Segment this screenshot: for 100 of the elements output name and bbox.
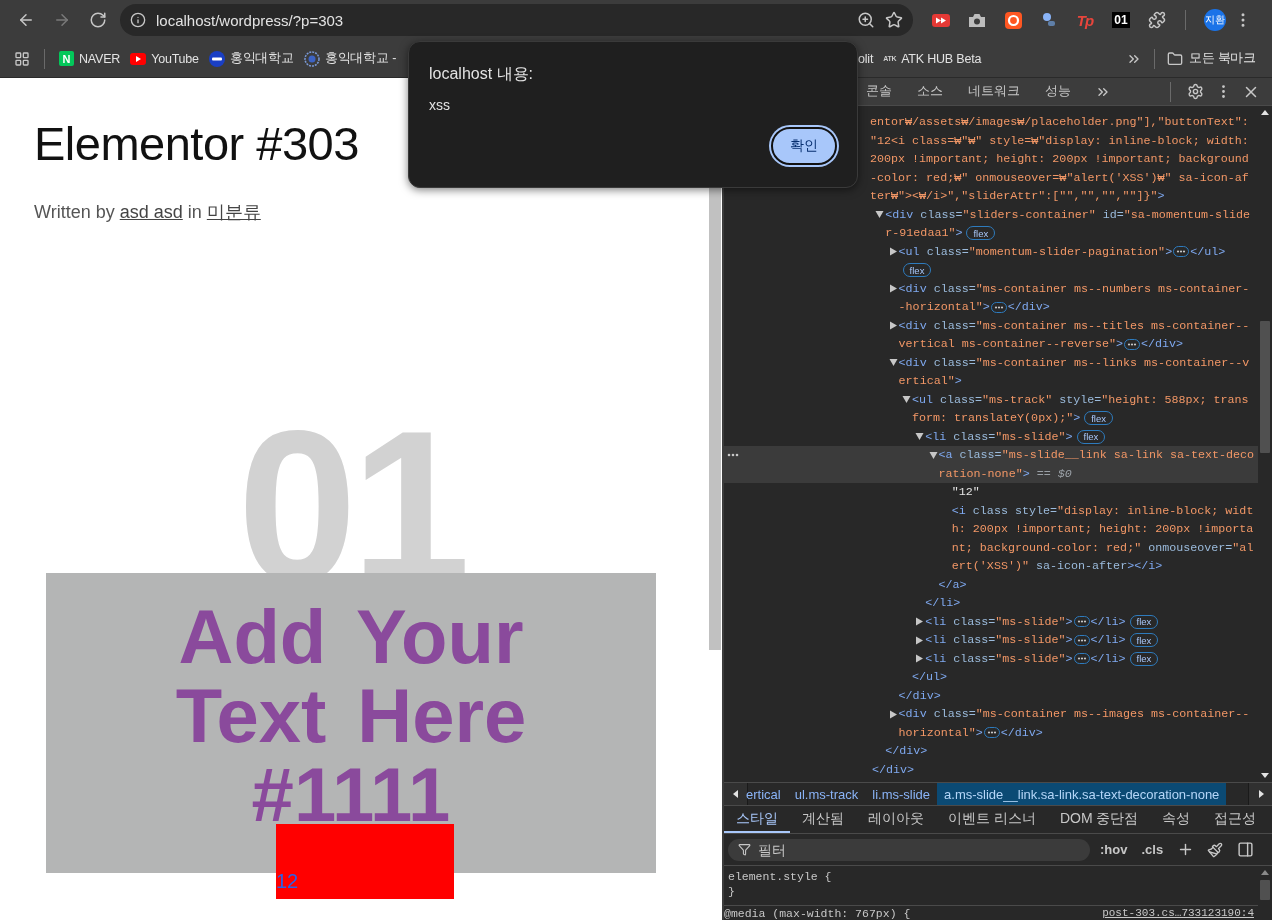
ellipsis-button[interactable] (1124, 338, 1141, 350)
toggle-button[interactable]: :hov (1094, 842, 1134, 857)
panel-tab[interactable]: DOM 중단점 (1047, 806, 1151, 833)
devtools-tab[interactable]: 성능 (1037, 78, 1079, 105)
code-text: horizontal"> (898, 725, 983, 740)
ellipsis-button[interactable] (1173, 246, 1190, 258)
bookmark-link[interactable]: YouTube (151, 51, 199, 66)
code-text: entor₩/assets₩/images₩/placeholder.png"],"buttonText": (870, 115, 1249, 130)
extension-button[interactable]: 01 (1112, 12, 1130, 28)
breadcrumb[interactable]: ul.ms-track (787, 783, 866, 805)
devtools-tab[interactable]: 네트워크 (960, 78, 1028, 105)
scroll-thumb[interactable] (1260, 880, 1270, 900)
code-text: <div class="ms-container ms--links ms-container--v (898, 355, 1250, 370)
toggle-button[interactable]: .cls (1135, 842, 1170, 857)
caret-icon[interactable] (888, 358, 898, 368)
caret-icon[interactable] (915, 617, 925, 627)
code-text: <li class="ms-slide"> (925, 429, 1073, 444)
star-icon[interactable] (885, 11, 903, 29)
caret-icon[interactable] (915, 654, 925, 664)
devtools-tab[interactable]: 콘솔 (858, 78, 900, 105)
ellipsis-button[interactable] (1073, 634, 1090, 646)
ellipsis-button[interactable] (1073, 653, 1090, 665)
css-rule-text: element.style { (728, 869, 833, 884)
caret-icon[interactable] (732, 790, 739, 798)
sidebar-toggle-icon[interactable] (1236, 841, 1254, 858)
apps-grid-icon[interactable] (14, 50, 30, 67)
ring-icon[interactable] (1004, 11, 1022, 29)
ellipsis-button[interactable] (1073, 616, 1090, 628)
code-text: <ul class="ms-track" style="height: 588px; trans (911, 392, 1249, 407)
info-icon[interactable] (130, 12, 146, 28)
caret-icon[interactable] (888, 321, 898, 331)
scroll-down-icon[interactable] (1261, 772, 1269, 778)
code-text: </div> (872, 762, 915, 777)
panel-tab[interactable]: 계산됨 (790, 806, 856, 833)
profile-avatar[interactable]: 지환 (1204, 9, 1226, 31)
caret-icon[interactable] (1257, 790, 1264, 798)
panel-tab[interactable]: 이벤트 리스너 (936, 806, 1048, 833)
bookmark-link[interactable]: 모든 북마크 (1188, 50, 1256, 67)
panel-tab[interactable]: 속성 (1150, 806, 1203, 833)
ok-button[interactable]: 확인 (771, 127, 837, 165)
code-text: <a class="ms-slide__link sa-link sa-text-deco (938, 448, 1255, 463)
code-text: <div class="ms-container ms--images ms-container-- (898, 707, 1250, 722)
caret-icon[interactable] (888, 247, 898, 257)
filter-field[interactable]: 필터 (728, 838, 1090, 861)
code-text: vertical ms-container--reverse"> (898, 337, 1124, 352)
play-icon[interactable] (932, 13, 950, 27)
code-text: form: translateY(0px);"> (911, 411, 1081, 426)
caret-icon[interactable] (888, 709, 898, 719)
bookmark-link[interactable]: NAVER (79, 51, 121, 66)
code-text: -color: red;₩" onmouseover=₩"alert('XSS')₩" sa-icon-af (870, 170, 1249, 185)
caret-icon[interactable] (915, 635, 925, 645)
code-text: </li> (1090, 651, 1126, 666)
ellipsis-button[interactable] (990, 301, 1007, 313)
bookmark-link[interactable]: olit (858, 51, 874, 66)
caret-icon[interactable] (901, 395, 911, 405)
breadcrumb[interactable]: a.ms-slide__link.sa-link.sa-text-decoration-none (937, 783, 1227, 805)
panel-tab[interactable]: 접근성 (1202, 806, 1269, 833)
naver-icon: N (59, 51, 74, 66)
post-title: Elementor #303 (34, 116, 360, 172)
author-link[interactable]: asd asd (119, 202, 183, 223)
camera-icon[interactable] (969, 13, 985, 27)
caret-icon[interactable] (928, 450, 938, 460)
folder-icon[interactable] (1166, 50, 1183, 67)
selected-row[interactable]: <a class="ms-slide__link sa-link sa-text-deco (724, 446, 1258, 465)
category-link[interactable]: 미분류 (206, 202, 261, 223)
code-text: </li> (1090, 614, 1126, 629)
caret-icon[interactable] (888, 284, 898, 294)
ellipsis-button[interactable] (983, 727, 1000, 739)
figure-icon[interactable] (1041, 12, 1057, 28)
zoom-icon[interactable] (857, 11, 875, 29)
paintbrush-icon[interactable] (1207, 841, 1224, 858)
code-text: ration-none"> == $0 (938, 466, 1072, 481)
caret-icon[interactable] (875, 210, 885, 220)
breadcrumb[interactable]: ertical (746, 783, 788, 805)
bookmark-link[interactable]: 홍익대학교 - (324, 50, 397, 67)
panel-tab[interactable]: 스타일 (724, 806, 790, 833)
bookmark-link[interactable]: 홍익대학교 (229, 50, 294, 67)
code-text: </div> (1141, 337, 1184, 352)
code-text: r-91edaa1"> (885, 226, 963, 241)
code-text: </div> (885, 744, 928, 759)
code-text: <div class="sliders-container" id="sa-momentum-slide (885, 207, 1251, 222)
scroll-thumb[interactable] (1260, 321, 1270, 453)
code-text: </ul> (911, 670, 947, 685)
breadcrumb[interactable]: li.ms-slide (865, 783, 938, 805)
bookmark-link[interactable]: ATK HUB Beta (901, 51, 982, 66)
puzzle-icon[interactable] (1148, 11, 1166, 29)
settings-icon[interactable] (1186, 83, 1204, 100)
devtools-tab[interactable]: 소스 (909, 78, 951, 105)
filter-icon (738, 842, 751, 856)
ellipsis-icon[interactable] (727, 453, 739, 457)
reload-icon[interactable] (89, 11, 107, 29)
byline-text: Written by asd asd in 미분류 (34, 201, 262, 225)
panel-tab[interactable]: 레이아웃 (856, 806, 936, 833)
address-bar[interactable]: localhost/wordpress/?p=303 (120, 4, 913, 36)
caret-icon[interactable] (915, 432, 925, 442)
source-link[interactable]: post-303.cs…733123190:4 (1102, 907, 1254, 920)
code-text: <div class="ms-container ms--titles ms-container-- (898, 318, 1250, 333)
scroll-left-button[interactable] (724, 783, 748, 805)
scroll-right-button[interactable] (1248, 783, 1272, 805)
scroll-up-icon[interactable] (1261, 110, 1269, 116)
